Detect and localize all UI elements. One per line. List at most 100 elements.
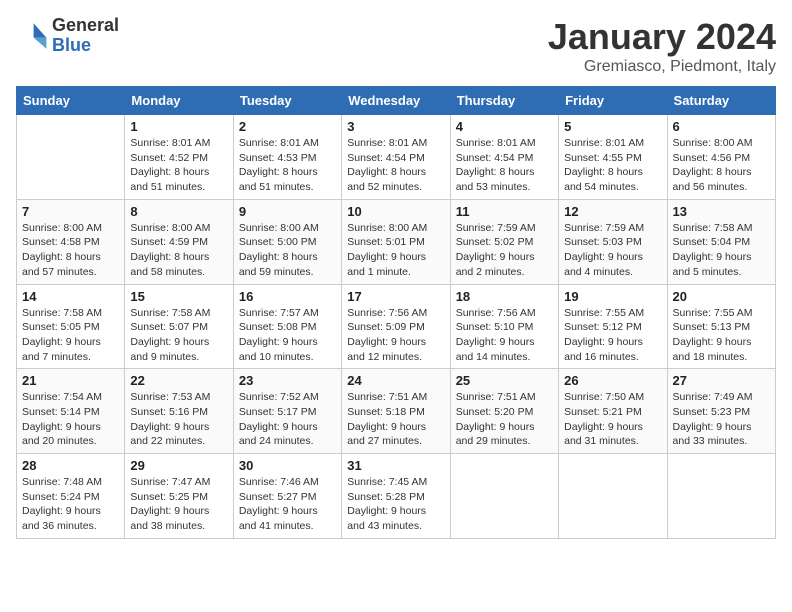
day-cell: 27 Sunrise: 7:49 AM Sunset: 5:23 PM Dayli… — [667, 369, 775, 454]
day-number: 18 — [456, 289, 553, 304]
day-info: Sunrise: 8:01 AM Sunset: 4:52 PM Dayligh… — [130, 136, 227, 195]
day-cell: 28 Sunrise: 7:48 AM Sunset: 5:24 PM Dayli… — [17, 454, 125, 539]
day-cell: 25Sunrise: 7:51 AM Sunset: 5:20 PM Dayli… — [450, 369, 558, 454]
col-thursday: Thursday — [450, 87, 558, 115]
day-number: 19 — [564, 289, 661, 304]
title-section: January 2024 Gremiasco, Piedmont, Italy — [548, 16, 776, 76]
day-number: 16 — [239, 289, 336, 304]
day-cell: 1 Sunrise: 8:01 AM Sunset: 4:52 PM Daylig… — [125, 115, 233, 200]
day-number: 24 — [347, 373, 444, 388]
day-info: Sunrise: 7:54 AM Sunset: 5:14 PM Dayligh… — [22, 390, 119, 449]
day-number: 2 — [239, 119, 336, 134]
day-cell — [450, 454, 558, 539]
day-info: Sunrise: 7:47 AM Sunset: 5:25 PM Dayligh… — [130, 475, 227, 534]
day-cell — [559, 454, 667, 539]
header-row: Sunday Monday Tuesday Wednesday Thursday… — [17, 87, 776, 115]
day-info: Sunrise: 7:51 AM Sunset: 5:20 PM Dayligh… — [456, 390, 553, 449]
day-info: Sunrise: 7:48 AM Sunset: 5:24 PM Dayligh… — [22, 475, 119, 534]
day-cell: 3Sunrise: 8:01 AM Sunset: 4:54 PM Daylig… — [342, 115, 450, 200]
day-info: Sunrise: 7:55 AM Sunset: 5:13 PM Dayligh… — [673, 306, 770, 365]
day-number: 5 — [564, 119, 661, 134]
calendar-table: Sunday Monday Tuesday Wednesday Thursday… — [16, 86, 776, 539]
day-cell: 8 Sunrise: 8:00 AM Sunset: 4:59 PM Daylig… — [125, 199, 233, 284]
day-number: 12 — [564, 204, 661, 219]
header: General Blue January 2024 Gremiasco, Pie… — [16, 16, 776, 76]
day-info: Sunrise: 8:01 AM Sunset: 4:55 PM Dayligh… — [564, 136, 661, 195]
day-number: 20 — [673, 289, 770, 304]
location-subtitle: Gremiasco, Piedmont, Italy — [548, 58, 776, 76]
day-cell: 17Sunrise: 7:56 AM Sunset: 5:09 PM Dayli… — [342, 284, 450, 369]
day-info: Sunrise: 7:57 AM Sunset: 5:08 PM Dayligh… — [239, 306, 336, 365]
day-cell: 13Sunrise: 7:58 AM Sunset: 5:04 PM Dayli… — [667, 199, 775, 284]
day-cell: 18 Sunrise: 7:56 AM Sunset: 5:10 PM Dayli… — [450, 284, 558, 369]
day-number: 10 — [347, 204, 444, 219]
day-cell: 30 Sunrise: 7:46 AM Sunset: 5:27 PM Dayli… — [233, 454, 341, 539]
day-number: 3 — [347, 119, 444, 134]
day-number: 27 — [673, 373, 770, 388]
day-info: Sunrise: 7:59 AM Sunset: 5:03 PM Dayligh… — [564, 221, 661, 280]
day-cell: 10 Sunrise: 8:00 AM Sunset: 5:01 PM Dayli… — [342, 199, 450, 284]
day-info: Sunrise: 8:00 AM Sunset: 4:58 PM Dayligh… — [22, 221, 119, 280]
day-cell: 22Sunrise: 7:53 AM Sunset: 5:16 PM Dayli… — [125, 369, 233, 454]
day-info: Sunrise: 7:46 AM Sunset: 5:27 PM Dayligh… — [239, 475, 336, 534]
day-cell: 9Sunrise: 8:00 AM Sunset: 5:00 PM Daylig… — [233, 199, 341, 284]
day-number: 30 — [239, 458, 336, 473]
day-info: Sunrise: 7:58 AM Sunset: 5:07 PM Dayligh… — [130, 306, 227, 365]
day-number: 6 — [673, 119, 770, 134]
day-number: 26 — [564, 373, 661, 388]
day-number: 29 — [130, 458, 227, 473]
day-info: Sunrise: 8:01 AM Sunset: 4:53 PM Dayligh… — [239, 136, 336, 195]
day-number: 8 — [130, 204, 227, 219]
day-number: 22 — [130, 373, 227, 388]
day-cell: 24 Sunrise: 7:51 AM Sunset: 5:18 PM Dayli… — [342, 369, 450, 454]
day-cell: 19 Sunrise: 7:55 AM Sunset: 5:12 PM Dayli… — [559, 284, 667, 369]
week-row-3: 21Sunrise: 7:54 AM Sunset: 5:14 PM Dayli… — [17, 369, 776, 454]
day-cell: 31 Sunrise: 7:45 AM Sunset: 5:28 PM Dayli… — [342, 454, 450, 539]
week-row-4: 28 Sunrise: 7:48 AM Sunset: 5:24 PM Dayli… — [17, 454, 776, 539]
day-info: Sunrise: 7:59 AM Sunset: 5:02 PM Dayligh… — [456, 221, 553, 280]
day-number: 4 — [456, 119, 553, 134]
day-number: 7 — [22, 204, 119, 219]
day-number: 23 — [239, 373, 336, 388]
day-number: 1 — [130, 119, 227, 134]
day-info: Sunrise: 7:56 AM Sunset: 5:10 PM Dayligh… — [456, 306, 553, 365]
day-info: Sunrise: 7:50 AM Sunset: 5:21 PM Dayligh… — [564, 390, 661, 449]
logo-general: General — [52, 16, 119, 36]
day-cell: 12 Sunrise: 7:59 AM Sunset: 5:03 PM Dayli… — [559, 199, 667, 284]
day-number: 28 — [22, 458, 119, 473]
logo-text: General Blue — [52, 16, 119, 56]
day-info: Sunrise: 7:52 AM Sunset: 5:17 PM Dayligh… — [239, 390, 336, 449]
col-tuesday: Tuesday — [233, 87, 341, 115]
day-cell: 2 Sunrise: 8:01 AM Sunset: 4:53 PM Daylig… — [233, 115, 341, 200]
logo-blue: Blue — [52, 36, 119, 56]
day-info: Sunrise: 8:00 AM Sunset: 5:01 PM Dayligh… — [347, 221, 444, 280]
day-info: Sunrise: 8:01 AM Sunset: 4:54 PM Dayligh… — [456, 136, 553, 195]
day-cell: 6Sunrise: 8:00 AM Sunset: 4:56 PM Daylig… — [667, 115, 775, 200]
col-saturday: Saturday — [667, 87, 775, 115]
week-row-1: 7 Sunrise: 8:00 AM Sunset: 4:58 PM Daylig… — [17, 199, 776, 284]
logo: General Blue — [16, 16, 119, 56]
day-info: Sunrise: 7:51 AM Sunset: 5:18 PM Dayligh… — [347, 390, 444, 449]
day-cell: 16 Sunrise: 7:57 AM Sunset: 5:08 PM Dayli… — [233, 284, 341, 369]
month-title: January 2024 — [548, 16, 776, 58]
day-cell: 26 Sunrise: 7:50 AM Sunset: 5:21 PM Dayli… — [559, 369, 667, 454]
day-number: 31 — [347, 458, 444, 473]
day-info: Sunrise: 7:45 AM Sunset: 5:28 PM Dayligh… — [347, 475, 444, 534]
day-info: Sunrise: 8:00 AM Sunset: 4:59 PM Dayligh… — [130, 221, 227, 280]
day-number: 14 — [22, 289, 119, 304]
day-cell: 15Sunrise: 7:58 AM Sunset: 5:07 PM Dayli… — [125, 284, 233, 369]
day-info: Sunrise: 7:55 AM Sunset: 5:12 PM Dayligh… — [564, 306, 661, 365]
col-sunday: Sunday — [17, 87, 125, 115]
day-cell: 4 Sunrise: 8:01 AM Sunset: 4:54 PM Daylig… — [450, 115, 558, 200]
calendar-body: 1 Sunrise: 8:01 AM Sunset: 4:52 PM Daylig… — [17, 115, 776, 539]
day-cell: 29 Sunrise: 7:47 AM Sunset: 5:25 PM Dayli… — [125, 454, 233, 539]
day-cell: 11Sunrise: 7:59 AM Sunset: 5:02 PM Dayli… — [450, 199, 558, 284]
day-cell — [667, 454, 775, 539]
day-number: 13 — [673, 204, 770, 219]
week-row-2: 14Sunrise: 7:58 AM Sunset: 5:05 PM Dayli… — [17, 284, 776, 369]
day-info: Sunrise: 7:49 AM Sunset: 5:23 PM Dayligh… — [673, 390, 770, 449]
logo-icon — [16, 20, 48, 52]
col-wednesday: Wednesday — [342, 87, 450, 115]
day-cell: 14Sunrise: 7:58 AM Sunset: 5:05 PM Dayli… — [17, 284, 125, 369]
day-info: Sunrise: 7:56 AM Sunset: 5:09 PM Dayligh… — [347, 306, 444, 365]
